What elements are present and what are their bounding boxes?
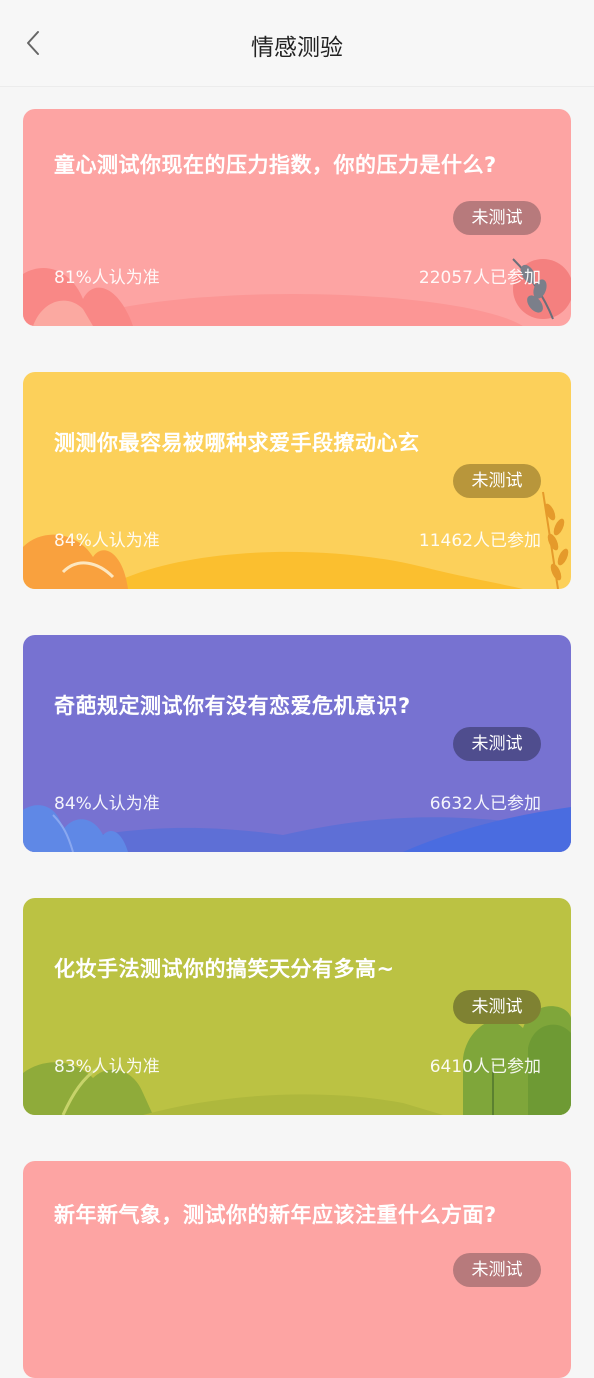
quiz-title: 化妆手法测试你的搞笑天分有多高~ <box>54 957 395 981</box>
quiz-title: 测测你最容易被哪种求爱手段撩动心玄 <box>54 431 420 455</box>
header-bar: 情感测验 <box>0 0 594 87</box>
participants-text: 6410人已参加 <box>429 1057 541 1077</box>
accuracy-text: 84%人认为准 <box>54 794 160 814</box>
page-title: 情感测验 <box>251 35 343 61</box>
status-badge: 未测试 <box>453 201 541 235</box>
quiz-card-new-year[interactable]: 新年新气象，测试你的新年应该注重什么方面? 未测试 <box>23 1161 571 1378</box>
status-badge: 未测试 <box>453 464 541 498</box>
accuracy-text: 81%人认为准 <box>54 268 160 288</box>
participants-text: 22057人已参加 <box>418 268 541 288</box>
quiz-card-courtship[interactable]: 测测你最容易被哪种求爱手段撩动心玄 未测试 84%人认为准 11462人已参加 <box>23 372 571 589</box>
quiz-card-crisis[interactable]: 奇葩规定测试你有没有恋爱危机意识? 未测试 84%人认为准 6632人已参加 <box>23 635 571 852</box>
quiz-card-humor[interactable]: 化妆手法测试你的搞笑天分有多高~ 未测试 83%人认为准 6410人已参加 <box>23 898 571 1115</box>
quiz-title: 童心测试你现在的压力指数，你的压力是什么? <box>54 153 497 177</box>
quiz-title: 奇葩规定测试你有没有恋爱危机意识? <box>54 694 411 718</box>
quiz-card-stress[interactable]: 童心测试你现在的压力指数，你的压力是什么? 未测试 81%人认为准 22057人… <box>23 109 571 326</box>
participants-text: 6632人已参加 <box>429 794 541 814</box>
participants-text: 11462人已参加 <box>418 531 541 551</box>
status-badge: 未测试 <box>453 1253 541 1287</box>
quiz-title: 新年新气象，测试你的新年应该注重什么方面? <box>54 1203 497 1227</box>
accuracy-text: 83%人认为准 <box>54 1057 160 1077</box>
status-badge: 未测试 <box>453 727 541 761</box>
accuracy-text: 84%人认为准 <box>54 531 160 551</box>
status-badge: 未测试 <box>453 990 541 1024</box>
